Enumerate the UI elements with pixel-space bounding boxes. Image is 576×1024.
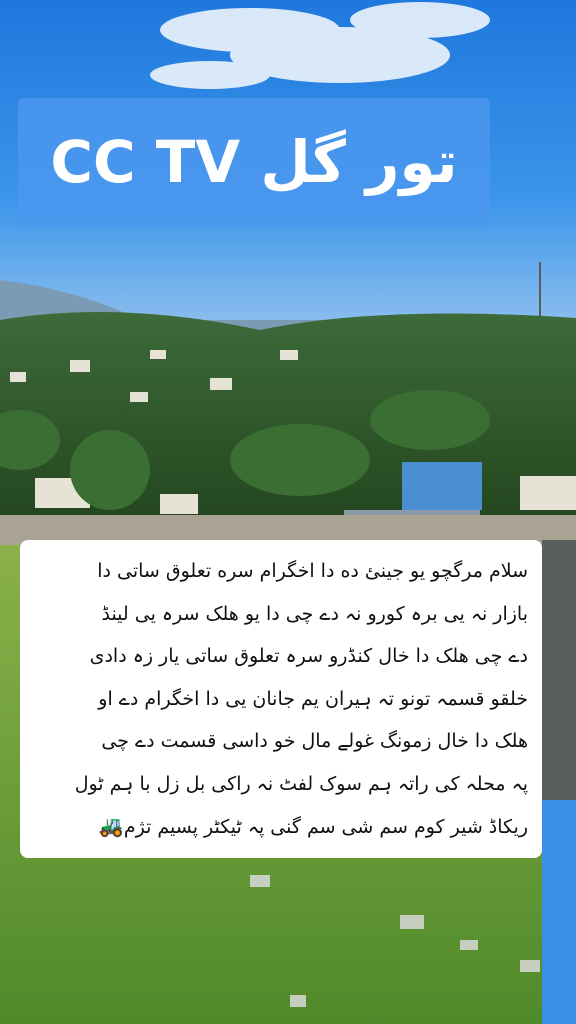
caption-line: بازار نہ یی برہ کورو نہ دے چی دا یو ھلک …: [101, 602, 528, 625]
caption-line: خلقو قسمہ تونو تہ ہیران یم جانان یی دا ا…: [98, 687, 528, 710]
caption-line: دے چی ھلک دا خال کنڈرو سرہ تعلوق ساتی یا…: [89, 645, 528, 667]
caption-card: سلام مرگچو یو جینئ ده دا اخگرام سره تعلو…: [20, 540, 542, 858]
caption-last-text: ریکاڈ شیر کوم سم شی سم گنی پہ ٹیکٹر پسیم…: [123, 816, 528, 838]
road: [542, 540, 576, 800]
caption-line: پہ محلہ کی راتہ ہم سوک لفٹ نہ راکی بل زل…: [74, 772, 528, 795]
blue-building: [402, 462, 482, 510]
title-banner: تور گل CC TV: [18, 98, 490, 226]
tractor-icon: 🚜: [98, 814, 124, 838]
caption-line: سلام مرگچو یو جینئ ده دا اخگرام سره تعلو…: [97, 560, 528, 582]
title-text: تور گل CC TV: [50, 128, 458, 196]
caption-line-last: ریکاڈ شیر کوم سم شی سم گنی پہ ٹیکٹر پسیم…: [34, 805, 528, 849]
caption-line: ھلک دا خال زمونگ غولے مال خو داسی قسمت د…: [101, 730, 528, 752]
